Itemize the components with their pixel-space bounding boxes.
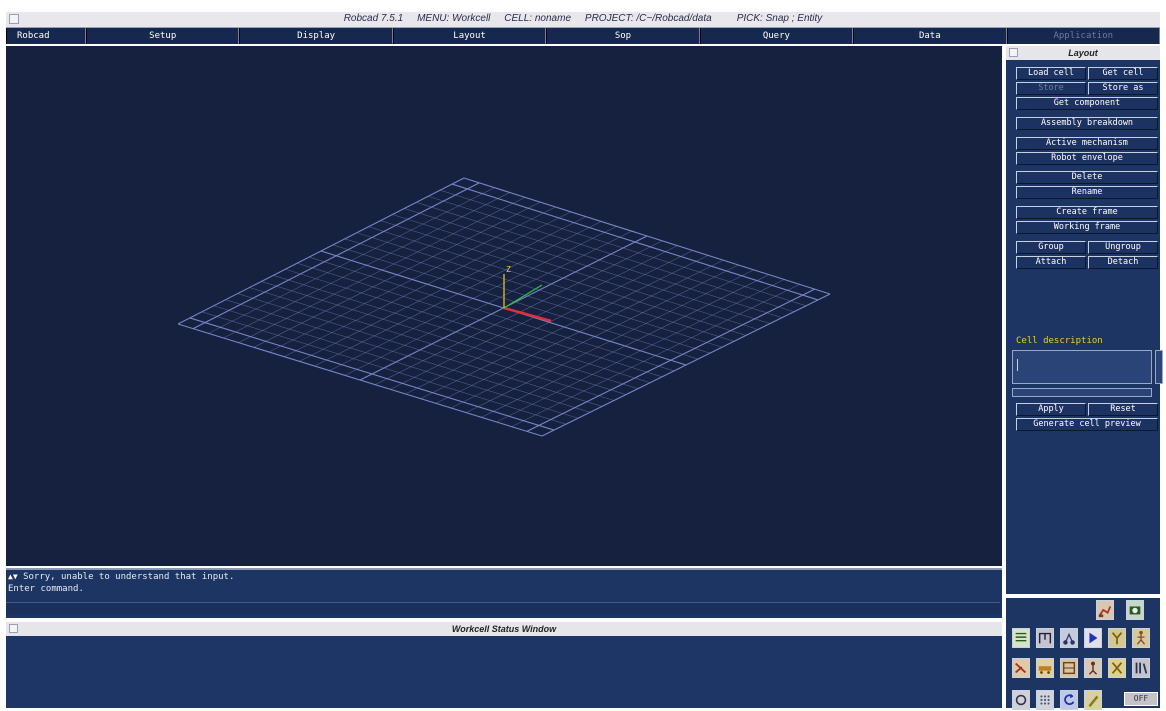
menu-query[interactable]: Query xyxy=(699,28,854,44)
weld-gun-icon[interactable] xyxy=(1012,658,1030,678)
grid-line xyxy=(416,202,783,318)
grid-dots-icon[interactable] xyxy=(1036,690,1054,710)
grid-line xyxy=(466,269,754,413)
grid-line xyxy=(451,183,819,301)
graphics-viewport[interactable]: Z xyxy=(6,46,1002,566)
grid-line xyxy=(440,189,807,307)
grid-line xyxy=(332,244,699,360)
status-window-title: Workcell Status Window xyxy=(451,624,557,634)
cell-description-vertical-scrollbar[interactable] xyxy=(1155,350,1163,384)
generate-cell-preview-button[interactable]: Generate cell preview xyxy=(1016,418,1158,431)
library-icon[interactable] xyxy=(1132,658,1150,678)
apply-button[interactable]: Apply xyxy=(1016,403,1086,416)
grid-line xyxy=(526,288,815,432)
walking-human-icon[interactable] xyxy=(1132,628,1150,648)
mechanism-icon[interactable] xyxy=(1060,628,1078,648)
grid-line xyxy=(435,259,724,404)
status-window-menu-box[interactable] xyxy=(9,624,18,633)
grid-line xyxy=(368,226,735,342)
window-title: Robcad 7.5.1 MENU: Workcell CELL: noname… xyxy=(343,13,823,24)
title-bar: Robcad 7.5.1 MENU: Workcell CELL: noname… xyxy=(6,12,1160,28)
get-cell-button[interactable]: Get cell xyxy=(1088,67,1158,80)
play-icon[interactable] xyxy=(1084,628,1102,648)
store-as-button[interactable]: Store as xyxy=(1088,82,1158,95)
message-line: ▲▼ Sorry, unable to understand that inpu… xyxy=(6,570,1002,583)
menu-sop[interactable]: Sop xyxy=(546,28,700,44)
attach-button[interactable]: Attach xyxy=(1016,256,1086,269)
robot-envelope-button[interactable]: Robot envelope xyxy=(1016,152,1158,165)
operator-icon[interactable] xyxy=(1084,658,1102,678)
message-text: Sorry, unable to understand that input. xyxy=(23,572,235,582)
tools-icon[interactable] xyxy=(1108,658,1126,678)
axis-x xyxy=(503,306,552,323)
list-icon[interactable] xyxy=(1012,628,1030,648)
grid-line xyxy=(511,284,800,427)
menu-application[interactable]: Application xyxy=(1006,28,1160,44)
rename-button[interactable]: Rename xyxy=(1016,186,1158,199)
grid-line xyxy=(428,195,795,313)
active-mechanism-button[interactable]: Active mechanism xyxy=(1016,137,1158,150)
menu-robcad[interactable]: Robcad xyxy=(6,28,86,44)
axis-z-label: Z xyxy=(506,265,511,274)
menu-layout[interactable]: Layout xyxy=(392,28,547,44)
grid-line xyxy=(405,250,693,395)
command-input[interactable] xyxy=(6,602,1000,614)
status-window-titlebar: Workcell Status Window xyxy=(6,622,1002,636)
workcell-3d-view[interactable]: Z xyxy=(6,46,1002,566)
fixture-icon[interactable] xyxy=(1060,658,1078,678)
assembly-breakdown-button[interactable]: Assembly breakdown xyxy=(1016,117,1158,130)
grid-line xyxy=(344,238,711,354)
detach-button[interactable]: Detach xyxy=(1088,256,1158,269)
layout-panel-header: Layout xyxy=(1006,46,1160,60)
robot-arm-icon[interactable] xyxy=(1096,600,1114,620)
grid-line xyxy=(541,293,831,437)
cell-description-field[interactable] xyxy=(1012,350,1152,384)
working-frame-button[interactable]: Working frame xyxy=(1016,221,1158,234)
off-toggle-button[interactable]: OFF xyxy=(1124,692,1158,706)
grid-line xyxy=(404,208,771,324)
text-caret xyxy=(1017,359,1018,371)
ungroup-button[interactable]: Ungroup xyxy=(1088,241,1158,254)
camera-icon[interactable] xyxy=(1126,600,1144,620)
store-button[interactable]: Store xyxy=(1016,82,1086,95)
gripper-icon[interactable] xyxy=(1108,628,1126,648)
grid-line xyxy=(392,214,759,330)
grid-line xyxy=(463,177,831,295)
grid-line xyxy=(496,279,785,423)
layout-panel-title: Layout xyxy=(1068,48,1098,58)
group-button[interactable]: Group xyxy=(1016,241,1086,254)
main-menu-bar: Robcad Setup Display Layout Sop Query Da… xyxy=(6,28,1160,44)
layout-panel-menu-box[interactable] xyxy=(1009,48,1018,57)
grid-line xyxy=(420,255,709,399)
history-arrows-icon[interactable]: ▲▼ xyxy=(8,572,18,581)
menu-display[interactable]: Display xyxy=(239,28,393,44)
gantry-icon[interactable] xyxy=(1036,628,1054,648)
conveyor-icon[interactable] xyxy=(1036,658,1054,678)
menu-data[interactable]: Data xyxy=(853,28,1007,44)
grid-line xyxy=(356,232,723,348)
reset-button[interactable]: Reset xyxy=(1088,403,1158,416)
create-frame-button[interactable]: Create frame xyxy=(1016,206,1158,219)
orbit-icon[interactable] xyxy=(1012,690,1030,710)
get-component-button[interactable]: Get component xyxy=(1016,97,1158,110)
menu-setup[interactable]: Setup xyxy=(86,28,240,44)
pen-icon[interactable] xyxy=(1084,690,1102,710)
load-cell-button[interactable]: Load cell xyxy=(1016,67,1086,80)
grid-line xyxy=(380,220,747,336)
command-window: ▲▼ Sorry, unable to understand that inpu… xyxy=(6,568,1002,618)
cell-description-horizontal-scrollbar[interactable] xyxy=(1012,388,1152,397)
delete-button[interactable]: Delete xyxy=(1016,171,1158,184)
refresh-icon[interactable] xyxy=(1060,690,1078,710)
workcell-status-window: Workcell Status Window xyxy=(6,622,1002,708)
grid-line xyxy=(450,264,739,409)
cell-description-label: Cell description xyxy=(1016,336,1103,346)
prompt-line: Enter command. xyxy=(8,584,84,594)
